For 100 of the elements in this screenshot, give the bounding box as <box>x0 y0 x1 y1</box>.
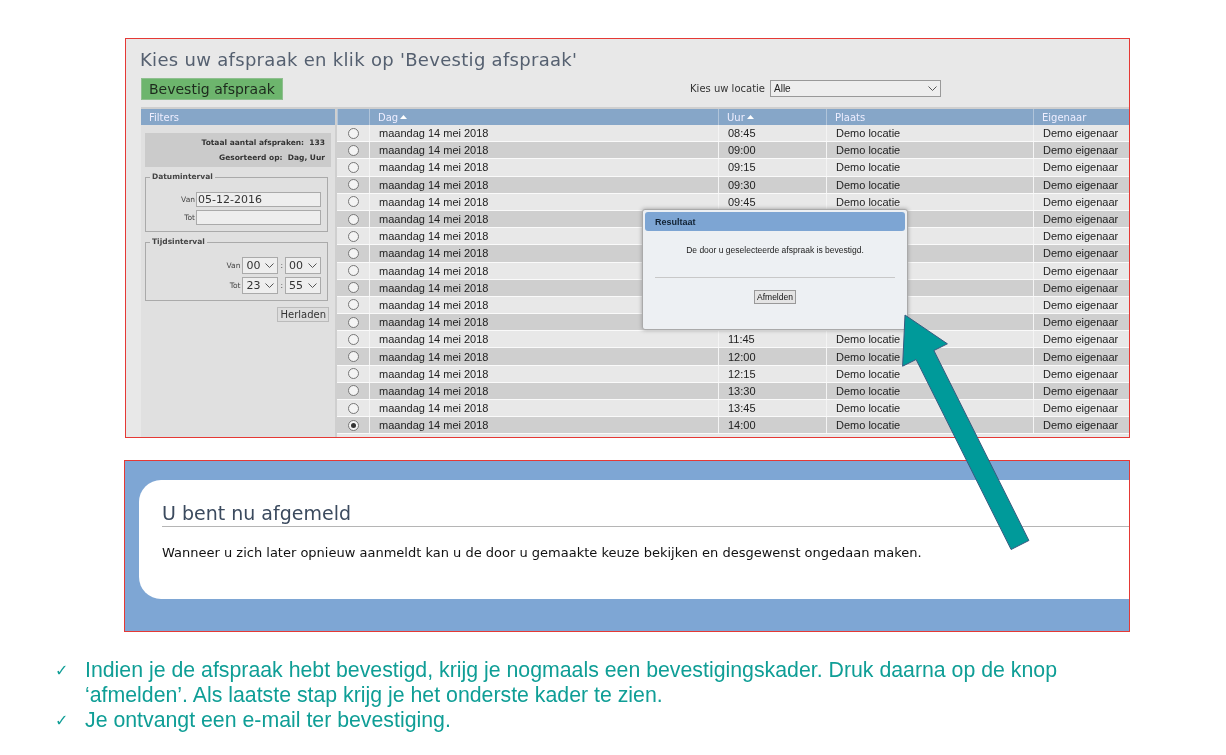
radio-button[interactable] <box>347 368 359 380</box>
date-cell: maandag 14 mei 2018 <box>379 419 489 432</box>
bullet-text: Je ontvangt een e-mail ter bevestiging. <box>85 708 451 733</box>
time-cell: 09:15 <box>728 161 756 174</box>
location-cell: Demo locatie <box>836 195 901 208</box>
radio-button[interactable] <box>347 265 359 277</box>
radio-button[interactable] <box>347 247 359 259</box>
date-cell: maandag 14 mei 2018 <box>379 402 489 415</box>
dialog-message: De door u geselecteerde afspraak is bevestigd. <box>686 245 864 255</box>
location-cell: Demo locatie <box>836 333 901 346</box>
owner-cell: Demo eigenaar <box>1043 367 1119 380</box>
time-cell: 09:30 <box>728 178 756 191</box>
owner-cell: Demo eigenaar <box>1043 178 1119 191</box>
radio-button[interactable] <box>347 127 359 139</box>
owner-cell: Demo eigenaar <box>1043 195 1119 208</box>
chevron-down-icon <box>265 283 275 288</box>
date-cell: maandag 14 mei 2018 <box>379 298 489 311</box>
date-cell: maandag 14 mei 2018 <box>379 264 489 277</box>
radio-button[interactable] <box>347 351 359 363</box>
card-message: Wanneer u zich later opnieuw aanmeldt kan u de door u gemaakte keuze bekijken en desgewenst ongedaan maken. <box>162 545 923 560</box>
owner-cell: Demo eigenaar <box>1043 350 1119 363</box>
radio-button[interactable] <box>347 282 359 294</box>
radio-button[interactable] <box>347 419 359 431</box>
owner-cell: Demo eigenaar <box>1043 298 1119 311</box>
radio-button[interactable] <box>347 402 359 414</box>
location-cell: Demo locatie <box>836 144 901 157</box>
time-cell: 12:00 <box>728 350 756 363</box>
radio-button[interactable] <box>347 179 359 191</box>
owner-cell: Demo eigenaar <box>1043 230 1119 243</box>
location-cell: Demo locatie <box>836 402 901 415</box>
location-cell: Demo locatie <box>836 367 901 380</box>
bullet-text: Indien je de afspraak hebt bevestigd, krijg je nogmaals een bevestigingskader. Druk daarna op de knop ‘afmelden’. Als laatste stap krijg je het onderste kader te zien. <box>85 658 1058 708</box>
radio-button[interactable] <box>347 316 359 328</box>
location-select[interactable]: Alle <box>770 79 941 97</box>
date-cell: maandag 14 mei 2018 <box>379 230 489 243</box>
location-label: Kies uw locatie <box>690 82 765 94</box>
chevron-down-icon <box>265 263 275 268</box>
radio-button[interactable] <box>347 385 359 397</box>
date-cell: maandag 14 mei 2018 <box>379 281 489 294</box>
time-cell: 14:00 <box>728 419 756 432</box>
date-cell: maandag 14 mei 2018 <box>379 161 489 174</box>
hour-select[interactable]: 23 <box>242 277 279 294</box>
page-title: Kies uw afspraak en klik op 'Bevestig afspraak' <box>139 48 579 72</box>
owner-cell: Demo eigenaar <box>1043 161 1119 174</box>
radio-button[interactable] <box>347 196 359 208</box>
owner-cell: Demo eigenaar <box>1043 281 1119 294</box>
check-mark: ✓ <box>55 660 70 682</box>
owner-cell: Demo eigenaar <box>1043 264 1119 277</box>
date-cell: maandag 14 mei 2018 <box>379 247 489 260</box>
owner-cell: Demo eigenaar <box>1043 419 1119 432</box>
date-cell: maandag 14 mei 2018 <box>379 350 489 363</box>
chevron-down-icon <box>308 263 317 268</box>
location-cell: Demo locatie <box>836 178 901 191</box>
dialog-title: Resultaat <box>645 212 905 231</box>
radio-button[interactable] <box>347 299 359 311</box>
radio-button[interactable] <box>347 230 359 242</box>
date-to-field[interactable] <box>196 210 321 225</box>
location-cell: Demo locatie <box>836 161 901 174</box>
radio-button[interactable] <box>347 144 359 156</box>
owner-cell: Demo eigenaar <box>1043 316 1119 329</box>
radio-button[interactable] <box>347 161 359 173</box>
date-cell: maandag 14 mei 2018 <box>379 127 489 140</box>
date-from-field[interactable]: 05-12-2016 <box>196 192 321 207</box>
time-cell: 11:45 <box>728 333 755 346</box>
location-cell: Demo locatie <box>836 384 901 397</box>
date-cell: maandag 14 mei 2018 <box>379 144 489 157</box>
minute-select[interactable]: 00 <box>285 257 321 274</box>
date-cell: maandag 14 mei 2018 <box>379 333 489 346</box>
reload-button[interactable]: Herladen <box>277 307 329 322</box>
owner-cell: Demo eigenaar <box>1043 127 1119 140</box>
location-cell: Demo locatie <box>836 419 901 432</box>
date-cell: maandag 14 mei 2018 <box>379 213 489 226</box>
date-cell: maandag 14 mei 2018 <box>379 384 489 397</box>
time-cell: 08:45 <box>728 127 756 140</box>
minute-select[interactable]: 55 <box>285 277 321 294</box>
logout-button[interactable]: Afmelden <box>754 290 796 304</box>
owner-cell: Demo eigenaar <box>1043 384 1119 397</box>
chevron-down-icon <box>928 85 937 91</box>
radio-button[interactable] <box>347 333 359 345</box>
time-cell: 12:15 <box>728 367 756 380</box>
time-cell: 09:45 <box>728 195 756 208</box>
location-cell: Demo locatie <box>836 350 901 363</box>
time-cell: 09:00 <box>728 144 756 157</box>
confirm-button[interactable]: Bevestig afspraak <box>141 78 283 100</box>
chevron-down-icon <box>308 283 317 288</box>
owner-cell: Demo eigenaar <box>1043 333 1119 346</box>
date-cell: maandag 14 mei 2018 <box>379 178 489 191</box>
check-mark: ✓ <box>55 710 70 732</box>
time-cell: 13:45 <box>728 402 756 415</box>
owner-cell: Demo eigenaar <box>1043 213 1119 226</box>
filters-header: Filters <box>141 109 335 125</box>
location-cell: Demo locatie <box>836 127 901 140</box>
owner-cell: Demo eigenaar <box>1043 144 1119 157</box>
owner-cell: Demo eigenaar <box>1043 402 1119 415</box>
time-cell: 13:30 <box>728 384 756 397</box>
date-cell: maandag 14 mei 2018 <box>379 367 489 380</box>
owner-cell: Demo eigenaar <box>1043 247 1119 260</box>
hour-select[interactable]: 00 <box>242 257 279 274</box>
radio-button[interactable] <box>347 213 359 225</box>
date-cell: maandag 14 mei 2018 <box>379 195 489 208</box>
